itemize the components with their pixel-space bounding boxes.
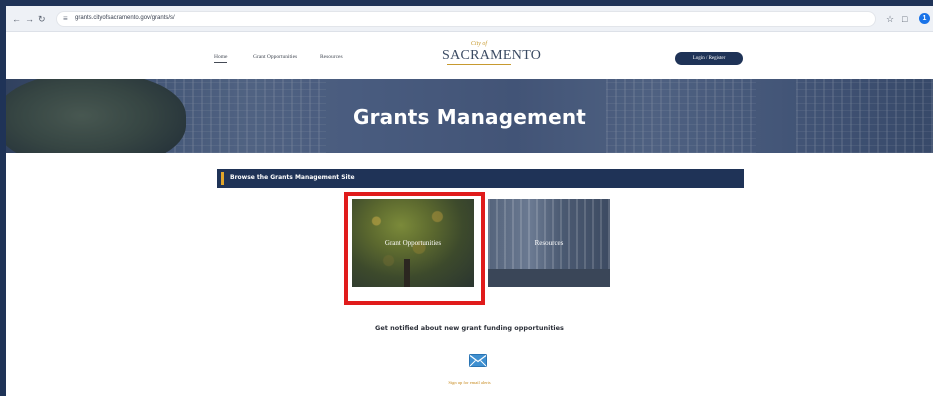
tile-resources[interactable]: Resources xyxy=(488,199,610,287)
url-text: grants.cityofsacramento.gov/grants/s/ xyxy=(75,15,175,21)
city-logo[interactable]: City of SACRAMENTO xyxy=(442,41,542,71)
logo-underline xyxy=(447,64,511,65)
highlight-box xyxy=(344,192,485,305)
tile-label: Resources xyxy=(534,239,564,247)
nav-home[interactable]: Home xyxy=(214,54,228,63)
profile-avatar[interactable]: 1 xyxy=(919,13,930,24)
browse-bar: Browse the Grants Management Site xyxy=(217,169,744,188)
hero-title: Grants Management xyxy=(352,105,587,129)
site-header: Home Grant Opportunities Resources City … xyxy=(6,33,933,79)
star-icon[interactable]: ☆ xyxy=(886,13,894,25)
logo-name-text: SACRAMENTO xyxy=(442,48,542,63)
forward-icon[interactable]: → xyxy=(25,13,34,25)
login-register-button[interactable]: Login / Register xyxy=(675,52,743,65)
tile-ground xyxy=(488,269,610,287)
browser-window: ← → ↻ ≡ grants.cityofsacramento.gov/gran… xyxy=(6,6,933,396)
notify-heading: Get notified about new grant funding opp… xyxy=(375,324,564,332)
reload-icon[interactable]: ↻ xyxy=(38,13,46,25)
address-bar[interactable]: ≡ grants.cityofsacramento.gov/grants/s/ xyxy=(56,11,876,27)
browse-accent xyxy=(221,172,224,185)
nav-grant-opportunities[interactable]: Grant Opportunities xyxy=(253,54,297,60)
browse-label: Browse the Grants Management Site xyxy=(230,174,355,181)
hero-banner: Grants Management xyxy=(6,79,933,153)
logo-city-text: City of xyxy=(470,41,488,47)
site-info-icon[interactable]: ≡ xyxy=(63,14,68,23)
browser-toolbar: ← → ↻ ≡ grants.cityofsacramento.gov/gran… xyxy=(6,6,933,32)
puzzle-icon[interactable]: □ xyxy=(902,13,907,25)
envelope-icon[interactable] xyxy=(469,354,487,367)
back-icon[interactable]: ← xyxy=(12,13,21,25)
signup-email-link[interactable]: Sign up for email alerts xyxy=(6,380,933,385)
nav-resources[interactable]: Resources xyxy=(320,54,343,60)
